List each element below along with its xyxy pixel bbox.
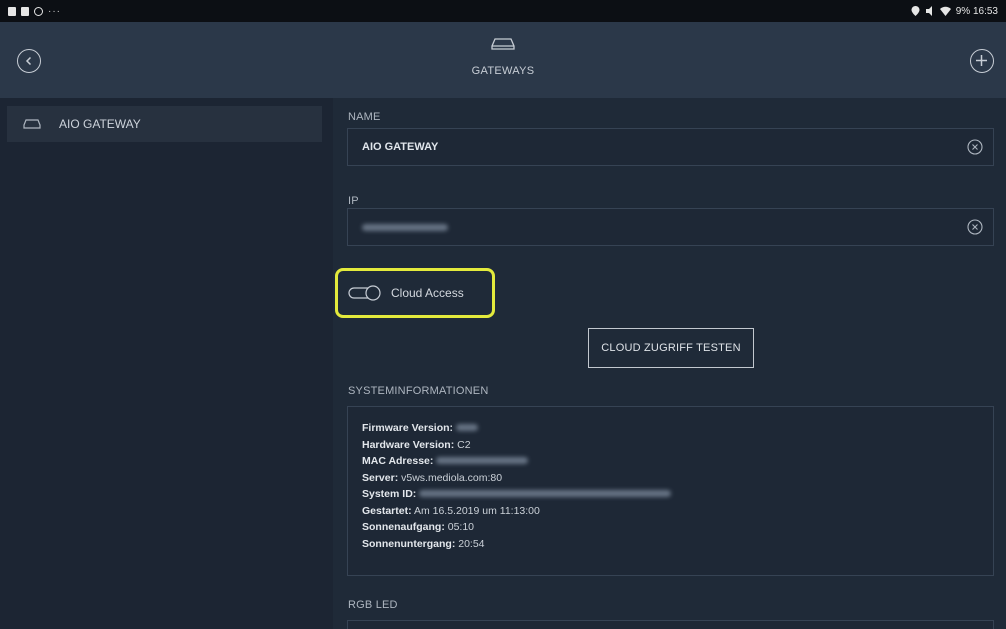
- ip-label: IP: [348, 195, 359, 207]
- notification-icon: [8, 6, 16, 16]
- name-label: NAME: [348, 111, 381, 123]
- gallery-icon: [21, 6, 29, 16]
- status-bar-left: ···: [8, 6, 61, 17]
- status-bar-right: 9% 16:53: [911, 6, 998, 17]
- info-row-sunrise: Sonnenaufgang: 05:10: [362, 521, 475, 533]
- system-info-label: SYSTEMINFORMATIONEN: [348, 385, 489, 397]
- chevron-left-icon: [25, 56, 32, 66]
- header-center: GATEWAYS: [453, 36, 553, 77]
- sidebar-item-label: AIO GATEWAY: [59, 117, 141, 131]
- location-icon: [911, 6, 920, 16]
- cloud-access-row: Cloud Access: [335, 268, 495, 318]
- mute-icon: [925, 6, 932, 16]
- plus-icon: [976, 55, 987, 66]
- rgb-led-label: RGB LED: [348, 599, 398, 611]
- name-field[interactable]: AIO GATEWAY: [347, 128, 994, 166]
- mac-value-redacted: [436, 457, 529, 464]
- status-bar: ··· 9% 16:53: [0, 0, 1006, 22]
- info-row-firmware: Firmware Version:: [362, 420, 993, 437]
- system-info-box: Firmware Version: Hardware Version: C2 M…: [347, 406, 994, 576]
- page-title: GATEWAYS: [471, 65, 535, 77]
- battery-time-text: 9% 16:53: [955, 5, 998, 17]
- info-row-mac: MAC Adresse:: [362, 453, 993, 470]
- cloud-access-toggle[interactable]: [348, 285, 382, 301]
- ip-value-redacted: [362, 223, 448, 231]
- name-value: AIO GATEWAY: [362, 141, 439, 153]
- info-row-sunset: Sonnenuntergang: 20:54: [362, 537, 485, 550]
- ip-field[interactable]: [347, 208, 994, 246]
- info-row-system-id: System ID:: [362, 486, 993, 503]
- firmware-value-redacted: [455, 424, 478, 431]
- chrome-icon: [34, 6, 43, 16]
- sidebar-item-aio-gateway[interactable]: AIO GATEWAY: [7, 106, 322, 142]
- add-gateway-button[interactable]: [970, 49, 994, 73]
- gateway-icon: [491, 38, 515, 50]
- gateway-list: AIO GATEWAY: [0, 98, 333, 629]
- clear-ip-icon[interactable]: [967, 219, 983, 235]
- info-row-server: Server: v5ws.mediola.com:80: [362, 471, 503, 484]
- gateway-detail: NAME AIO GATEWAY IP Cloud Access CLOUD Z…: [333, 98, 1006, 629]
- info-row-started: Gestartet: Am 16.5.2019 um 11:13:00: [362, 504, 540, 517]
- cloud-access-label: Cloud Access: [391, 286, 464, 300]
- more-notifications-icon: ···: [48, 5, 61, 17]
- gateway-icon: [23, 119, 41, 129]
- test-cloud-access-button[interactable]: CLOUD ZUGRIFF TESTEN: [588, 328, 754, 368]
- rgb-led-field[interactable]: [347, 620, 994, 629]
- wifi-icon: [939, 6, 951, 16]
- info-row-hardware: Hardware Version: C2: [362, 438, 471, 451]
- system-id-value-redacted: [419, 490, 672, 497]
- app-header: GATEWAYS: [0, 22, 1006, 98]
- back-button[interactable]: [17, 49, 41, 73]
- clear-name-icon[interactable]: [967, 139, 983, 155]
